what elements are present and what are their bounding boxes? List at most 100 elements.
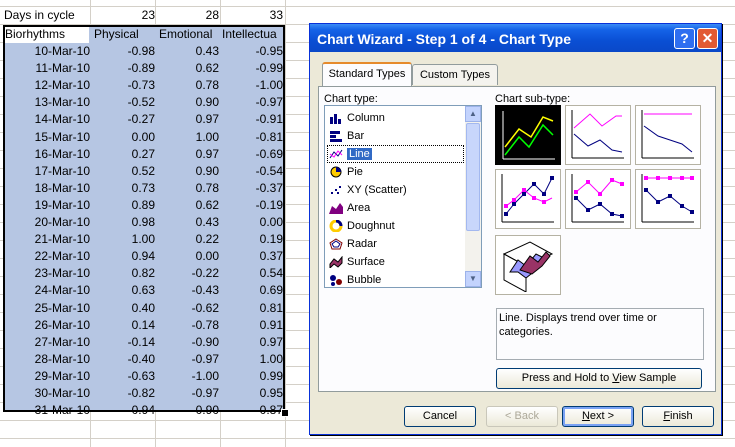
- cell-intellectual[interactable]: 0.54: [221, 264, 283, 282]
- cell-intellectual[interactable]: -1.00: [221, 76, 283, 94]
- cell-physical[interactable]: -0.14: [92, 333, 155, 351]
- cell-intellectual[interactable]: -0.81: [221, 128, 283, 146]
- cell-date[interactable]: 27-Mar-10: [4, 333, 90, 351]
- scroll-down-button[interactable]: ▼: [465, 271, 481, 287]
- cell-emotional[interactable]: -0.97: [157, 384, 219, 402]
- cell-emotional[interactable]: 0.97: [157, 110, 219, 128]
- cycle-intellectual-cell[interactable]: 33: [221, 6, 283, 24]
- cell-date[interactable]: 29-Mar-10: [4, 367, 90, 385]
- cell-date[interactable]: 18-Mar-10: [4, 179, 90, 197]
- cell-intellectual[interactable]: -0.69: [221, 145, 283, 163]
- finish-button[interactable]: Finish: [642, 406, 714, 427]
- cell-date[interactable]: 10-Mar-10: [4, 42, 90, 60]
- cell-date[interactable]: 19-Mar-10: [4, 196, 90, 214]
- cell-date[interactable]: 30-Mar-10: [4, 384, 90, 402]
- cell-date[interactable]: 23-Mar-10: [4, 264, 90, 282]
- cell-intellectual[interactable]: -0.54: [221, 162, 283, 180]
- cell-emotional[interactable]: -0.22: [157, 264, 219, 282]
- header-physical[interactable]: Physical: [94, 25, 157, 43]
- help-button[interactable]: ?: [674, 28, 695, 49]
- subtype-line[interactable]: [495, 105, 561, 165]
- cell-intellectual[interactable]: 1.00: [221, 350, 283, 368]
- cell-intellectual[interactable]: 0.00: [221, 213, 283, 231]
- chart-type-item-column[interactable]: Column: [327, 109, 464, 127]
- subtype-line-markers[interactable]: [495, 169, 561, 229]
- chart-type-item-xy-scatter[interactable]: XY (Scatter): [327, 181, 464, 199]
- cell-date[interactable]: 22-Mar-10: [4, 247, 90, 265]
- cell-emotional[interactable]: 0.78: [157, 179, 219, 197]
- chart-type-item-bar[interactable]: Bar: [327, 127, 464, 145]
- cell-intellectual[interactable]: 0.99: [221, 367, 283, 385]
- cell-intellectual[interactable]: -0.19: [221, 196, 283, 214]
- chart-type-item-doughnut[interactable]: Doughnut: [327, 217, 464, 235]
- subtype-100-stacked-line-markers[interactable]: [635, 169, 701, 229]
- cell-emotional[interactable]: 0.22: [157, 230, 219, 248]
- cell-date[interactable]: 24-Mar-10: [4, 281, 90, 299]
- cell-intellectual[interactable]: -0.91: [221, 110, 283, 128]
- chart-type-item-pie[interactable]: Pie: [327, 163, 464, 181]
- chart-type-item-bubble[interactable]: Bubble: [327, 271, 464, 289]
- cell-physical[interactable]: -0.63: [92, 367, 155, 385]
- back-button[interactable]: < Back: [486, 406, 558, 427]
- cell-date[interactable]: 11-Mar-10: [4, 59, 90, 77]
- cell-physical[interactable]: 0.89: [92, 196, 155, 214]
- cell-emotional[interactable]: 0.78: [157, 76, 219, 94]
- cell-date[interactable]: 17-Mar-10: [4, 162, 90, 180]
- cell-physical[interactable]: 0.27: [92, 145, 155, 163]
- cell-intellectual[interactable]: 0.19: [221, 230, 283, 248]
- subtype-stacked-line[interactable]: [565, 105, 631, 165]
- cell-physical[interactable]: -0.52: [92, 93, 155, 111]
- cycle-emotional-cell[interactable]: 28: [157, 6, 219, 24]
- cell-emotional[interactable]: 0.62: [157, 196, 219, 214]
- subtype-100-stacked-line[interactable]: [635, 105, 701, 165]
- cell-emotional[interactable]: -0.90: [157, 333, 219, 351]
- cell-date[interactable]: 26-Mar-10: [4, 316, 90, 334]
- tab-standard-types[interactable]: Standard Types: [322, 62, 412, 86]
- cell-physical[interactable]: -0.82: [92, 384, 155, 402]
- cell-intellectual[interactable]: -0.95: [221, 42, 283, 60]
- cell-physical[interactable]: -0.27: [92, 110, 155, 128]
- cell-intellectual[interactable]: -0.97: [221, 93, 283, 111]
- cell-emotional[interactable]: -1.00: [157, 367, 219, 385]
- header-intellectual[interactable]: Intellectua: [222, 25, 284, 43]
- cell-physical[interactable]: 0.73: [92, 179, 155, 197]
- cell-emotional[interactable]: -0.62: [157, 299, 219, 317]
- title-bar[interactable]: Chart Wizard - Step 1 of 4 - Chart Type …: [310, 24, 721, 52]
- cell-emotional[interactable]: 0.43: [157, 213, 219, 231]
- cell-physical[interactable]: 0.00: [92, 128, 155, 146]
- cell-physical[interactable]: 0.40: [92, 299, 155, 317]
- chart-type-item-surface[interactable]: Surface: [327, 253, 464, 271]
- cell-emotional[interactable]: 0.43: [157, 42, 219, 60]
- close-button[interactable]: ✕: [697, 28, 718, 49]
- cell-date[interactable]: 12-Mar-10: [4, 76, 90, 94]
- subtype-3d-line[interactable]: [495, 235, 561, 295]
- cell-intellectual[interactable]: -0.37: [221, 179, 283, 197]
- next-button[interactable]: Next >: [562, 406, 634, 427]
- cell-physical[interactable]: 0.14: [92, 316, 155, 334]
- cell-emotional[interactable]: 0.90: [157, 162, 219, 180]
- header-emotional[interactable]: Emotional: [159, 25, 221, 43]
- subtype-stacked-line-markers[interactable]: [565, 169, 631, 229]
- cell-physical[interactable]: 1.00: [92, 230, 155, 248]
- chart-type-list[interactable]: Column Bar Line Pie XY (Scatter) Area Doughnut…: [324, 105, 482, 288]
- cell-intellectual[interactable]: 0.95: [221, 384, 283, 402]
- cell-emotional[interactable]: 0.90: [157, 93, 219, 111]
- cell-emotional[interactable]: 0.62: [157, 59, 219, 77]
- cell-emotional[interactable]: -0.97: [157, 350, 219, 368]
- chart-type-scrollbar[interactable]: ▲ ▼: [465, 106, 481, 287]
- cell-physical[interactable]: 0.94: [92, 247, 155, 265]
- cell-physical[interactable]: 0.82: [92, 264, 155, 282]
- cycle-label-cell[interactable]: Days in cycle: [4, 6, 90, 24]
- cell-emotional[interactable]: -0.90: [157, 401, 219, 419]
- cell-intellectual[interactable]: 0.69: [221, 281, 283, 299]
- view-sample-button[interactable]: Press and Hold to View Sample: [496, 368, 702, 389]
- cell-date[interactable]: 15-Mar-10: [4, 128, 90, 146]
- cell-intellectual[interactable]: 0.81: [221, 299, 283, 317]
- cell-date[interactable]: 16-Mar-10: [4, 145, 90, 163]
- cell-physical[interactable]: 0.63: [92, 281, 155, 299]
- cell-date[interactable]: 20-Mar-10: [4, 213, 90, 231]
- cycle-physical-cell[interactable]: 23: [92, 6, 155, 24]
- cancel-button[interactable]: Cancel: [404, 406, 476, 427]
- chart-type-item-line[interactable]: Line: [327, 145, 464, 163]
- cell-date[interactable]: 21-Mar-10: [4, 230, 90, 248]
